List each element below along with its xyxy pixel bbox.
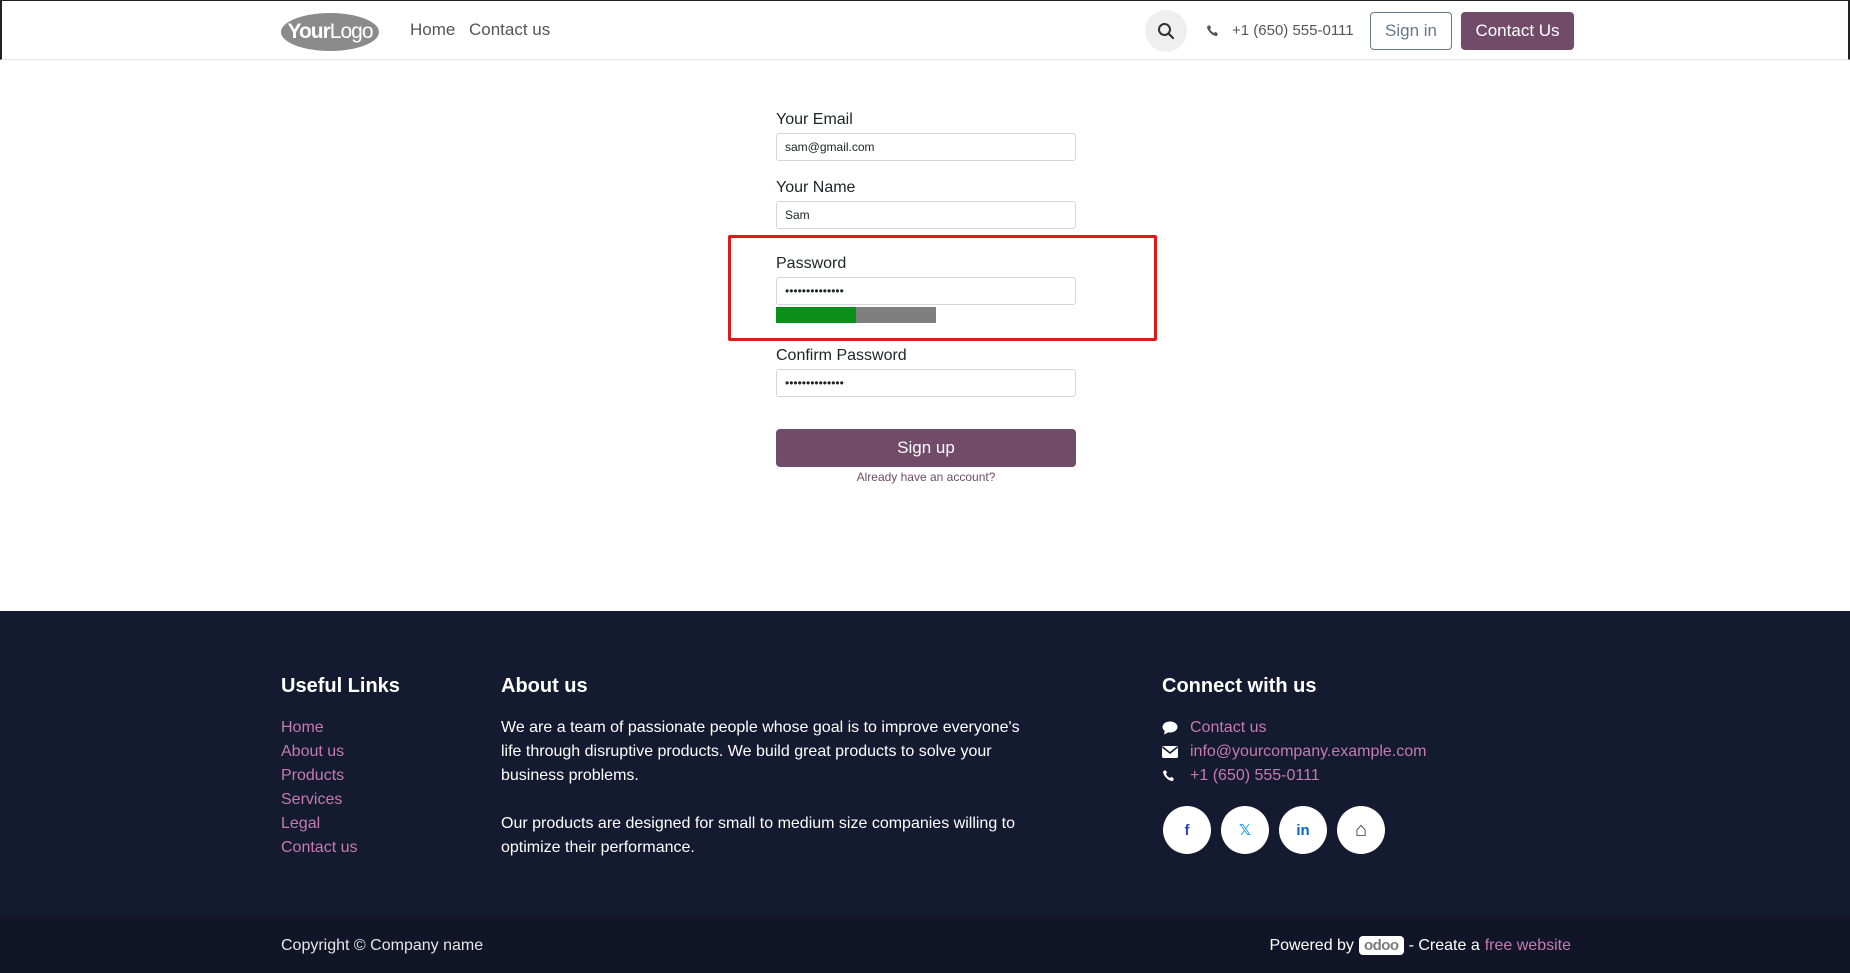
footer-link-products[interactable]: Products <box>281 764 357 788</box>
about-us-title: About us <box>501 675 588 697</box>
confirm-password-label: Confirm Password <box>776 347 907 364</box>
connect-phone-label: +1 (650) 555-0111 <box>1190 767 1320 784</box>
about-paragraph-2: Our products are designed for small to m… <box>501 815 1016 856</box>
connect-contact-us-label: Contact us <box>1190 719 1267 736</box>
connect-email-label: info@yourcompany.example.com <box>1190 743 1427 760</box>
name-label: Your Name <box>776 179 856 196</box>
sign-in-button[interactable]: Sign in <box>1370 12 1452 50</box>
sign-up-button[interactable]: Sign up <box>776 429 1076 467</box>
site-header: Your Logo Home Contact us +1 (650) 555-01… <box>0 0 1850 60</box>
password-label: Password <box>776 255 847 272</box>
connect-email[interactable]: info@yourcompany.example.com <box>1162 740 1427 764</box>
site-footer: Useful Links Home About us Products Serv… <box>0 611 1850 917</box>
already-have-account-link[interactable]: Already have an account? <box>776 470 1076 484</box>
odoo-logo[interactable]: odoo <box>1358 936 1404 955</box>
useful-links-title: Useful Links <box>281 675 400 697</box>
search-button[interactable] <box>1145 10 1187 52</box>
footer-link-legal[interactable]: Legal <box>281 812 357 836</box>
footer-link-about-us[interactable]: About us <box>281 740 357 764</box>
connect-title: Connect with us <box>1162 675 1317 697</box>
envelope-icon <box>1162 746 1190 758</box>
useful-links-list: Home About us Products Services Legal Co… <box>281 716 357 860</box>
email-field[interactable]: sam@gmail.com <box>776 133 1076 161</box>
nav-home[interactable]: Home <box>410 20 455 40</box>
nav-contact-us[interactable]: Contact us <box>469 20 550 40</box>
company-logo[interactable]: Your Logo <box>281 13 379 51</box>
copyright-text: Copyright © Company name <box>281 937 484 954</box>
create-a-text: - Create a <box>1408 936 1480 954</box>
facebook-icon[interactable]: f <box>1163 806 1211 854</box>
home-icon[interactable]: ⌂ <box>1337 806 1385 854</box>
powered-by-text: Powered by <box>1269 936 1354 954</box>
logo-text-bold: Your <box>287 20 331 43</box>
social-links: f 𝕏 in ⌂ <box>1163 806 1385 854</box>
about-paragraph-1: We are a team of passionate people whose… <box>501 719 1020 784</box>
connect-list: Contact us info@yourcompany.example.com … <box>1162 716 1427 788</box>
contact-us-button[interactable]: Contact Us <box>1461 12 1574 50</box>
x-twitter-icon[interactable]: 𝕏 <box>1221 806 1269 854</box>
powered-by: Powered by odoo - Create a free website <box>1269 936 1571 955</box>
header-phone-text: +1 (650) 555-0111 <box>1232 22 1354 39</box>
logo-text-light: Logo <box>329 20 374 43</box>
search-icon <box>1158 23 1175 40</box>
name-field[interactable]: Sam <box>776 201 1076 229</box>
footer-link-services[interactable]: Services <box>281 788 357 812</box>
password-strength-meter <box>776 307 936 323</box>
password-field[interactable]: •••••••••••••• <box>776 277 1076 305</box>
free-website-link[interactable]: free website <box>1485 937 1571 955</box>
confirm-password-field[interactable]: •••••••••••••• <box>776 369 1076 397</box>
password-strength-fill <box>776 307 856 323</box>
footer-link-home[interactable]: Home <box>281 716 357 740</box>
about-us-text: We are a team of passionate people whose… <box>501 716 1021 860</box>
phone-icon <box>1162 769 1190 783</box>
connect-phone[interactable]: +1 (650) 555-0111 <box>1162 764 1427 788</box>
email-label: Your Email <box>776 111 853 128</box>
comment-icon <box>1162 721 1190 735</box>
phone-icon <box>1206 24 1218 36</box>
footer-link-contact-us[interactable]: Contact us <box>281 836 357 860</box>
linkedin-icon[interactable]: in <box>1279 806 1327 854</box>
connect-contact-us[interactable]: Contact us <box>1162 716 1427 740</box>
header-phone[interactable]: +1 (650) 555-0111 <box>1206 22 1354 39</box>
copyright-bar: Copyright © Company name Powered by odoo… <box>0 917 1850 973</box>
